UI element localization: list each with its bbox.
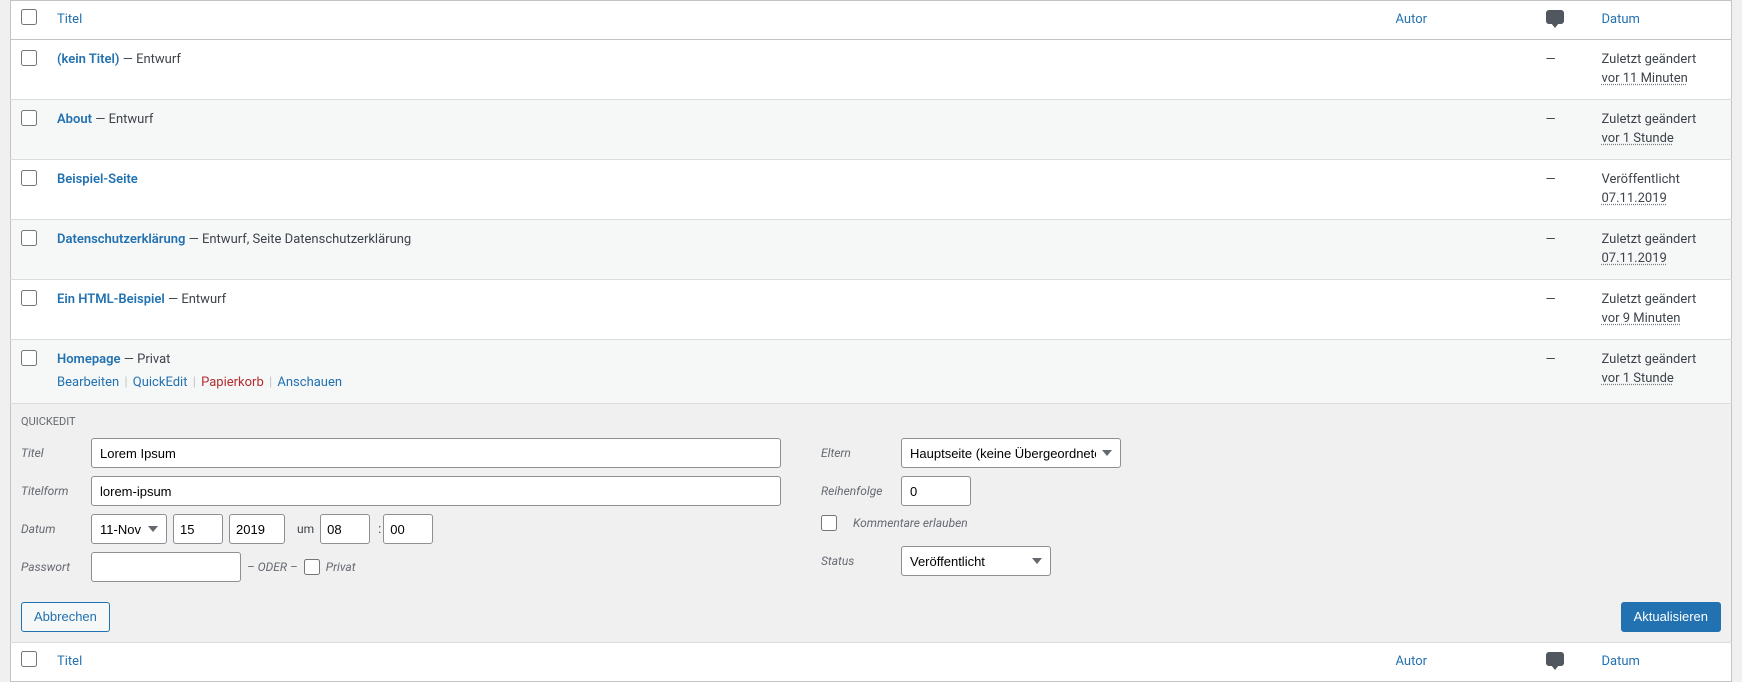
comments-icon: [1546, 10, 1564, 24]
row-comments: —: [1536, 39, 1592, 99]
row-title-link[interactable]: Beispiel-Seite: [57, 172, 138, 187]
table-row: Ein HTML-Beispiel — Entwurf — Zuletzt geän…: [11, 279, 1732, 339]
row-comments: —: [1536, 339, 1592, 403]
row-author: [1386, 99, 1536, 159]
select-all-bottom-checkbox[interactable]: [21, 651, 37, 667]
row-checkbox[interactable]: [21, 230, 37, 246]
post-state: — Entwurf: [92, 112, 153, 127]
row-checkbox[interactable]: [21, 50, 37, 66]
row-date-time: vor 1 Stunde: [1602, 131, 1674, 146]
cancel-button[interactable]: Abbrechen: [21, 602, 110, 632]
qe-status-label: Status: [821, 552, 901, 570]
row-date-time: vor 9 Minuten: [1602, 311, 1681, 326]
row-date-status: Zuletzt geändert: [1602, 230, 1722, 250]
row-title-link[interactable]: Datenschutzerklärung: [57, 232, 185, 247]
qe-date-label: Datum: [21, 520, 91, 538]
quickedit-action[interactable]: QuickEdit: [133, 375, 188, 390]
qe-private-checkbox[interactable]: [304, 559, 320, 575]
trash-action[interactable]: Papierkorb: [201, 375, 264, 390]
row-date-status: Zuletzt geändert: [1602, 350, 1722, 370]
row-author: [1386, 159, 1536, 219]
row-actions: Bearbeiten | QuickEdit | Papierkorb | An…: [57, 373, 1376, 393]
column-title-footer[interactable]: Titel: [57, 654, 82, 669]
row-comments: —: [1536, 99, 1592, 159]
qe-title-label: Titel: [21, 444, 91, 462]
row-date-time: vor 11 Minuten: [1602, 71, 1688, 86]
row-comments: —: [1536, 159, 1592, 219]
row-date-time: vor 1 Stunde: [1602, 371, 1674, 386]
row-checkbox[interactable]: [21, 350, 37, 366]
row-author: [1386, 39, 1536, 99]
row-comments: —: [1536, 219, 1592, 279]
quick-edit-row: QUICKEDIT Titel Titelform Datum 11-Nov u…: [11, 403, 1732, 643]
qe-slug-input[interactable]: [91, 476, 781, 506]
qe-comments-checkbox[interactable]: [821, 515, 837, 531]
qe-year-input[interactable]: [229, 514, 285, 544]
row-date-status: Veröffentlicht: [1602, 170, 1722, 190]
qe-month-select[interactable]: 11-Nov: [91, 514, 167, 544]
table-row: Homepage — Privat Bearbeiten | QuickEdit …: [11, 339, 1732, 403]
row-checkbox[interactable]: [21, 170, 37, 186]
select-all-top-checkbox[interactable]: [21, 9, 37, 25]
qe-minute-input[interactable]: [383, 514, 433, 544]
column-author-header: Autor: [1396, 12, 1428, 27]
table-row: About — Entwurf — Zuletzt geändertvor 1 St…: [11, 99, 1732, 159]
qe-title-input[interactable]: [91, 438, 781, 468]
qe-day-input[interactable]: [173, 514, 223, 544]
pages-table: Titel Autor Datum (kein Titel) — Entwurf…: [10, 0, 1732, 682]
qe-um-label: um: [297, 520, 314, 538]
quickedit-legend: QUICKEDIT: [21, 414, 1721, 431]
row-checkbox[interactable]: [21, 110, 37, 126]
qe-hour-input[interactable]: [320, 514, 370, 544]
qe-comments-label: Kommentare erlauben: [853, 514, 968, 532]
table-row: Beispiel-Seite — Veröffentlicht07.11.2019: [11, 159, 1732, 219]
qe-status-select[interactable]: Veröffentlicht: [901, 546, 1051, 576]
row-title-link[interactable]: About: [57, 112, 92, 127]
table-row: Datenschutzerklärung — Entwurf, Seite Da…: [11, 219, 1732, 279]
row-author: [1386, 339, 1536, 403]
row-title-link[interactable]: Ein HTML-Beispiel: [57, 292, 165, 307]
post-state: — Entwurf, Seite Datenschutzerklärung: [185, 232, 411, 247]
row-date-status: Zuletzt geändert: [1602, 290, 1722, 310]
column-date-header[interactable]: Datum: [1602, 12, 1640, 27]
row-checkbox[interactable]: [21, 290, 37, 306]
post-state: — Privat: [121, 352, 171, 367]
comments-icon: [1546, 652, 1564, 666]
post-state: — Entwurf: [119, 52, 180, 67]
qe-private-label: Privat: [326, 558, 356, 576]
table-row: (kein Titel) — Entwurf — Zuletzt geändertv…: [11, 39, 1732, 99]
qe-slug-label: Titelform: [21, 482, 91, 500]
row-date-status: Zuletzt geändert: [1602, 110, 1722, 130]
column-author-footer: Autor: [1396, 654, 1428, 669]
qe-password-input[interactable]: [91, 552, 241, 582]
row-date-time: 07.11.2019: [1602, 251, 1667, 266]
row-author: [1386, 279, 1536, 339]
qe-order-label: Reihenfolge: [821, 482, 901, 500]
row-date-time: 07.11.2019: [1602, 191, 1667, 206]
row-title-link[interactable]: Homepage: [57, 352, 121, 367]
qe-order-input[interactable]: [901, 476, 971, 506]
qe-password-label: Passwort: [21, 558, 91, 576]
row-author: [1386, 219, 1536, 279]
column-date-footer[interactable]: Datum: [1602, 654, 1640, 669]
row-date-status: Zuletzt geändert: [1602, 50, 1722, 70]
edit-action[interactable]: Bearbeiten: [57, 375, 119, 390]
qe-oder-label: – ODER –: [247, 558, 298, 576]
row-comments: —: [1536, 279, 1592, 339]
post-state: — Entwurf: [165, 292, 226, 307]
column-title-header[interactable]: Titel: [57, 12, 82, 27]
qe-parent-label: Eltern: [821, 444, 901, 462]
update-button[interactable]: Aktualisieren: [1621, 602, 1721, 632]
row-title-link[interactable]: (kein Titel): [57, 52, 119, 67]
qe-parent-select[interactable]: Hauptseite (keine Übergeordnete): [901, 438, 1121, 468]
view-action[interactable]: Anschauen: [277, 375, 342, 390]
